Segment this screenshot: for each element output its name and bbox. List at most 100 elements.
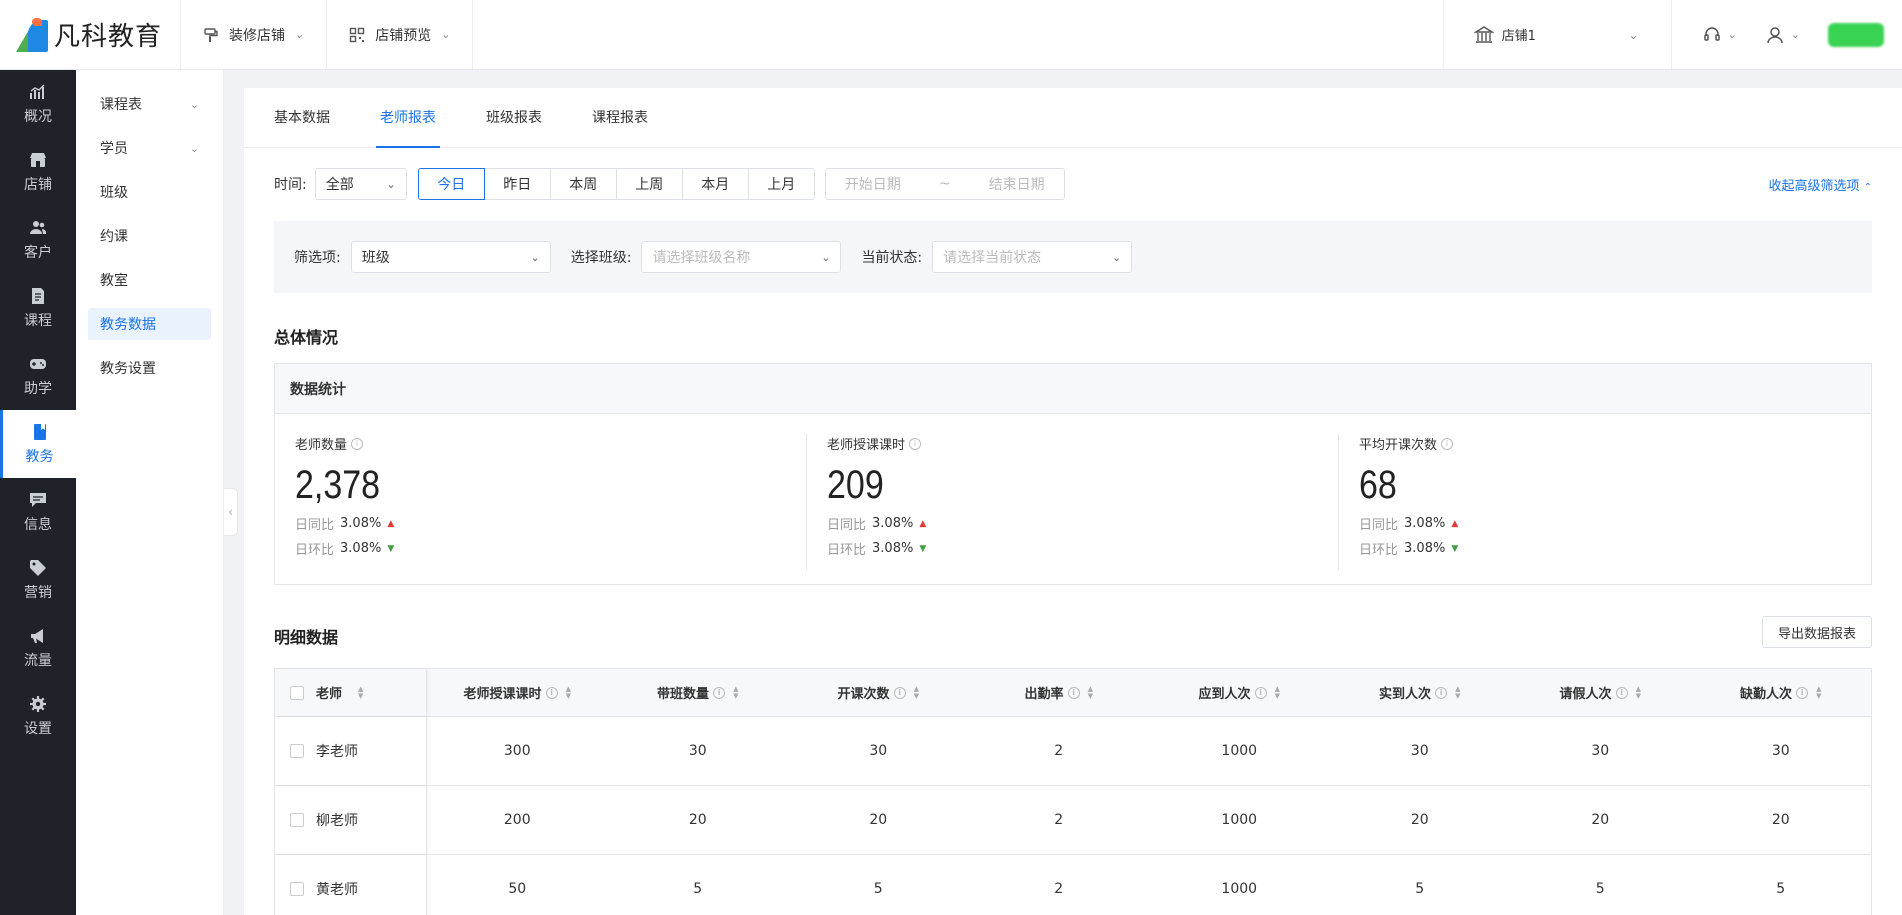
collapse-sidebar-handle[interactable]: ‹	[224, 488, 238, 536]
filter-type-select[interactable]: 班级 ⌄	[350, 241, 551, 273]
avatar[interactable]	[1828, 22, 1884, 47]
nav-item-courses[interactable]: 课程	[0, 274, 76, 342]
sort-icon[interactable]: ▲ ▼	[1636, 685, 1641, 700]
tab-course-report[interactable]: 课程报表	[592, 107, 673, 147]
toggle-advanced-filter-link[interactable]: 收起高级筛选项 ⌃	[1768, 175, 1872, 194]
chevron-down-icon: ⌄	[530, 250, 540, 264]
subnav-item-students[interactable]: 学员 ⌄	[88, 132, 211, 164]
row-checkbox[interactable]	[290, 882, 304, 896]
table-cell: 30	[1410, 743, 1429, 759]
support-menu[interactable]: ⌄	[1702, 25, 1737, 45]
info-icon[interactable]: i	[1441, 437, 1454, 450]
class-select[interactable]: 请选择班级名称 ⌄	[641, 241, 842, 273]
info-icon[interactable]: i	[1254, 686, 1267, 699]
range-this-month[interactable]: 本月	[681, 168, 749, 200]
main-content: 基本数据 老师报表 班级报表 课程报表 时间: 全部 ⌄ 今日 昨日 本周 上周…	[244, 88, 1902, 915]
store-selector[interactable]: 店铺1 ⌄	[1442, 0, 1672, 69]
info-icon[interactable]: i	[351, 437, 364, 450]
nav-item-customers[interactable]: 客户	[0, 206, 76, 274]
range-last-week[interactable]: 上周	[615, 168, 683, 200]
tab-basic-data[interactable]: 基本数据	[274, 107, 355, 147]
trend-up-icon: ▲	[919, 518, 927, 529]
nav-item-store[interactable]: 店铺	[0, 138, 76, 206]
chevron-down-icon: ⌄	[1790, 28, 1800, 41]
subnav-item-classrooms[interactable]: 教室	[88, 264, 211, 296]
select-all-checkbox[interactable]	[290, 685, 304, 700]
gear-icon	[28, 694, 48, 714]
table-cell: 200	[503, 812, 531, 828]
stats-panel-title: 数据统计	[275, 364, 1871, 414]
info-icon[interactable]: i	[713, 686, 726, 699]
advanced-filter-panel: 筛选项: 班级 ⌄ 选择班级: 请选择班级名称 ⌄ 当前状态: 请选择当前状态 …	[274, 221, 1872, 293]
start-date-input[interactable]: 开始日期	[845, 174, 901, 194]
range-this-week[interactable]: 本周	[549, 168, 617, 200]
table-cell: 5	[693, 881, 703, 897]
export-report-button[interactable]: 导出数据报表	[1762, 616, 1872, 648]
nav-item-settings[interactable]: 设置	[0, 682, 76, 750]
nav-item-marketing[interactable]: 营销	[0, 546, 76, 614]
range-yesterday[interactable]: 昨日	[483, 168, 551, 200]
date-range-picker[interactable]: 开始日期 ~ 结束日期	[824, 168, 1065, 200]
subnav-label: 班级	[100, 185, 128, 201]
subnav-label: 教室	[100, 273, 128, 289]
sort-icon[interactable]: ▲ ▼	[733, 685, 738, 700]
subnav-item-academic-settings[interactable]: 教务设置	[88, 352, 211, 384]
account-menu[interactable]: ⌄	[1765, 25, 1800, 45]
subnav-label: 教务数据	[100, 317, 156, 333]
store-name: 店铺1	[1501, 29, 1536, 44]
nav-label: 客户	[24, 245, 52, 261]
nav-item-academic-affairs[interactable]: 教务	[0, 410, 76, 478]
info-icon[interactable]: i	[909, 437, 922, 450]
megaphone-icon	[28, 626, 48, 646]
info-icon[interactable]: i	[545, 686, 558, 699]
sort-icon[interactable]: ▲ ▼	[358, 685, 363, 700]
overview-title: 总体情况	[274, 328, 339, 347]
nav-label: 流量	[24, 653, 52, 669]
subnav-label: 教务设置	[100, 361, 156, 377]
time-scope-select[interactable]: 全部 ⌄	[314, 168, 407, 200]
sort-icon[interactable]: ▲ ▼	[1088, 685, 1093, 700]
stats-panel: 数据统计 老师数量 i 2,378 日同比 3.08% ▲ 日环比 3.08% ▼ 老师授…	[274, 363, 1872, 585]
brand-logo[interactable]: 凡科教育	[0, 0, 181, 69]
nav-item-overview[interactable]: 概况	[0, 70, 76, 138]
range-today[interactable]: 今日	[417, 168, 485, 200]
subnav-item-schedule[interactable]: 课程表 ⌄	[88, 88, 211, 120]
decorate-store-menu[interactable]: 装修店铺 ⌄	[181, 0, 328, 69]
tab-teacher-report[interactable]: 老师报表	[376, 107, 461, 148]
logo-mark-icon	[14, 17, 50, 52]
subnav-item-classes[interactable]: 班级	[88, 176, 211, 208]
subnav-item-academic-data[interactable]: 教务数据	[88, 308, 211, 340]
sort-icon[interactable]: ▲ ▼	[566, 685, 571, 700]
tag-icon	[28, 558, 48, 578]
sort-icon[interactable]: ▲ ▼	[1455, 685, 1460, 700]
range-last-month[interactable]: 上月	[747, 168, 815, 200]
info-icon[interactable]: i	[1435, 686, 1448, 699]
nav-item-traffic[interactable]: 流量	[0, 614, 76, 682]
stat-value: 2,378	[295, 463, 381, 507]
table-cell: 5	[1595, 881, 1605, 897]
info-icon[interactable]: i	[1067, 686, 1080, 699]
sort-icon[interactable]: ▲ ▼	[1275, 685, 1280, 700]
info-icon[interactable]: i	[1615, 686, 1628, 699]
row-checkbox[interactable]	[290, 744, 304, 758]
chevron-down-icon: ⌄	[1727, 28, 1737, 41]
stat-teaching-hours: 老师授课课时 i 209 日同比 3.08% ▲ 日环比 3.08% ▼	[807, 434, 1339, 570]
tab-class-report[interactable]: 班级报表	[486, 107, 567, 147]
sort-icon[interactable]: ▲ ▼	[1816, 685, 1821, 700]
row-checkbox[interactable]	[290, 813, 304, 827]
subnav-item-booking[interactable]: 约课	[88, 220, 211, 252]
info-icon[interactable]: i	[893, 686, 906, 699]
table-cell: 30	[1771, 743, 1790, 759]
wow-value: 3.08%	[1404, 541, 1446, 556]
nav-item-messages[interactable]: 信息	[0, 478, 76, 546]
store-preview-menu[interactable]: 店铺预览 ⌄	[327, 0, 474, 69]
column-header-teacher: 老师	[316, 687, 343, 702]
nav-item-study-aid[interactable]: 助学	[0, 342, 76, 410]
end-date-input[interactable]: 结束日期	[989, 174, 1045, 194]
sort-icon[interactable]: ▲ ▼	[914, 685, 919, 700]
info-icon[interactable]: i	[1796, 686, 1809, 699]
table-cell: 2	[1054, 743, 1064, 759]
book-icon	[30, 422, 50, 442]
status-select[interactable]: 请选择当前状态 ⌄	[932, 241, 1133, 273]
table-cell: 1000	[1221, 743, 1258, 759]
